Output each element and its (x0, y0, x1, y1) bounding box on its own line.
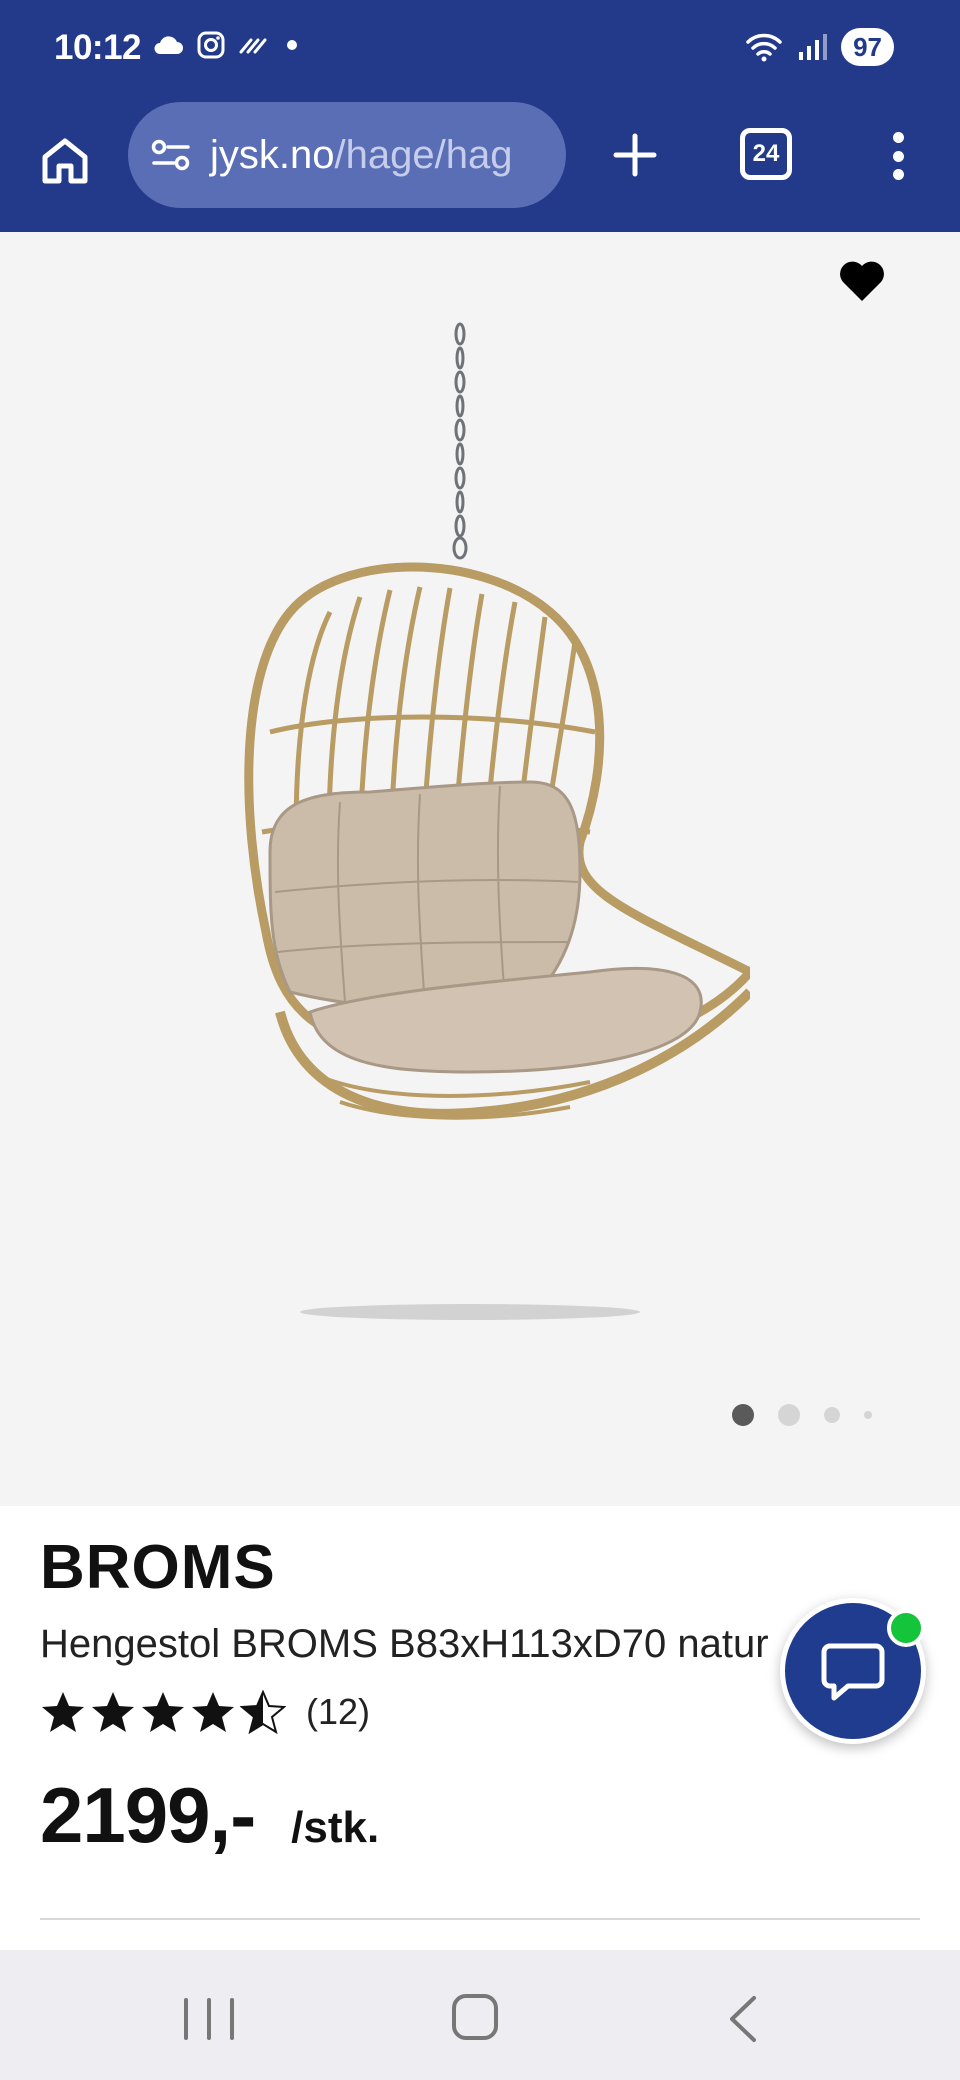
section-divider (40, 1918, 920, 1920)
star-half-icon (240, 1690, 286, 1734)
recent-apps-line (230, 1998, 234, 2040)
review-count: (12) (306, 1691, 371, 1732)
system-home-button[interactable] (452, 1994, 498, 2040)
site-settings-icon[interactable] (150, 138, 192, 172)
address-bar[interactable]: jysk.no/hage/hag (128, 102, 566, 208)
product-rating[interactable]: (12) (40, 1690, 370, 1734)
carousel-dot[interactable] (778, 1404, 800, 1426)
carousel-dot-active[interactable] (732, 1404, 754, 1426)
wifi-calling-icon (239, 38, 267, 54)
carousel-dot[interactable] (864, 1411, 872, 1419)
url-path: /hage/hag (334, 132, 513, 177)
star-full-icon (42, 1692, 84, 1732)
recent-apps-button[interactable] (184, 1998, 234, 2040)
home-icon (42, 138, 88, 184)
battery-indicator: 97 (841, 28, 894, 66)
dot-icon (287, 40, 297, 50)
menu-dot (892, 150, 904, 162)
signal-icon (799, 34, 828, 60)
product-brand: BROMS (40, 1533, 276, 1602)
chat-button[interactable] (780, 1598, 926, 1744)
star-full-icon (192, 1692, 234, 1732)
heart-icon (840, 261, 884, 301)
browser-toolbar: jysk.no/hage/hag 24 (0, 100, 960, 232)
status-notification-icons (152, 30, 302, 60)
recent-apps-line (184, 1998, 188, 2040)
star-full-icon (92, 1692, 134, 1732)
menu-dot (892, 169, 904, 180)
status-bar: 10:12 97 (0, 0, 960, 100)
url-domain: jysk.no (210, 132, 335, 177)
recent-apps-line (207, 1998, 211, 2040)
product-image-carousel[interactable] (0, 232, 960, 1506)
plus-icon (613, 133, 657, 177)
system-navigation-bar (0, 1950, 960, 2080)
star-full-icon (142, 1692, 184, 1732)
product-photo (244, 322, 750, 1320)
carousel-dot[interactable] (824, 1407, 840, 1423)
instagram-icon (197, 31, 225, 59)
url-text[interactable]: jysk.no/hage/hag (210, 133, 512, 178)
rating-stars (40, 1690, 286, 1734)
carousel-indicator (732, 1404, 872, 1426)
price-unit: /stk. (291, 1803, 380, 1852)
price-row: 2199,- /stk. (40, 1770, 379, 1861)
new-tab-button[interactable] (604, 120, 666, 190)
wifi-icon (746, 33, 782, 62)
overflow-menu-button[interactable] (878, 124, 918, 188)
chat-bubble-icon (821, 1643, 885, 1701)
tab-switcher-button[interactable]: 24 (740, 128, 792, 180)
product-name: Hengestol BROMS B83xH113xD70 natur (40, 1622, 769, 1666)
favorite-button[interactable] (834, 252, 890, 308)
menu-dot (892, 132, 904, 143)
status-system-icons: 97 (745, 28, 894, 66)
status-time: 10:12 (54, 28, 142, 67)
back-button[interactable] (724, 1994, 764, 2044)
home-button[interactable] (30, 126, 100, 196)
online-status-badge (887, 1609, 925, 1647)
product-price: 2199,- (40, 1771, 256, 1859)
cloud-icon (154, 36, 183, 54)
